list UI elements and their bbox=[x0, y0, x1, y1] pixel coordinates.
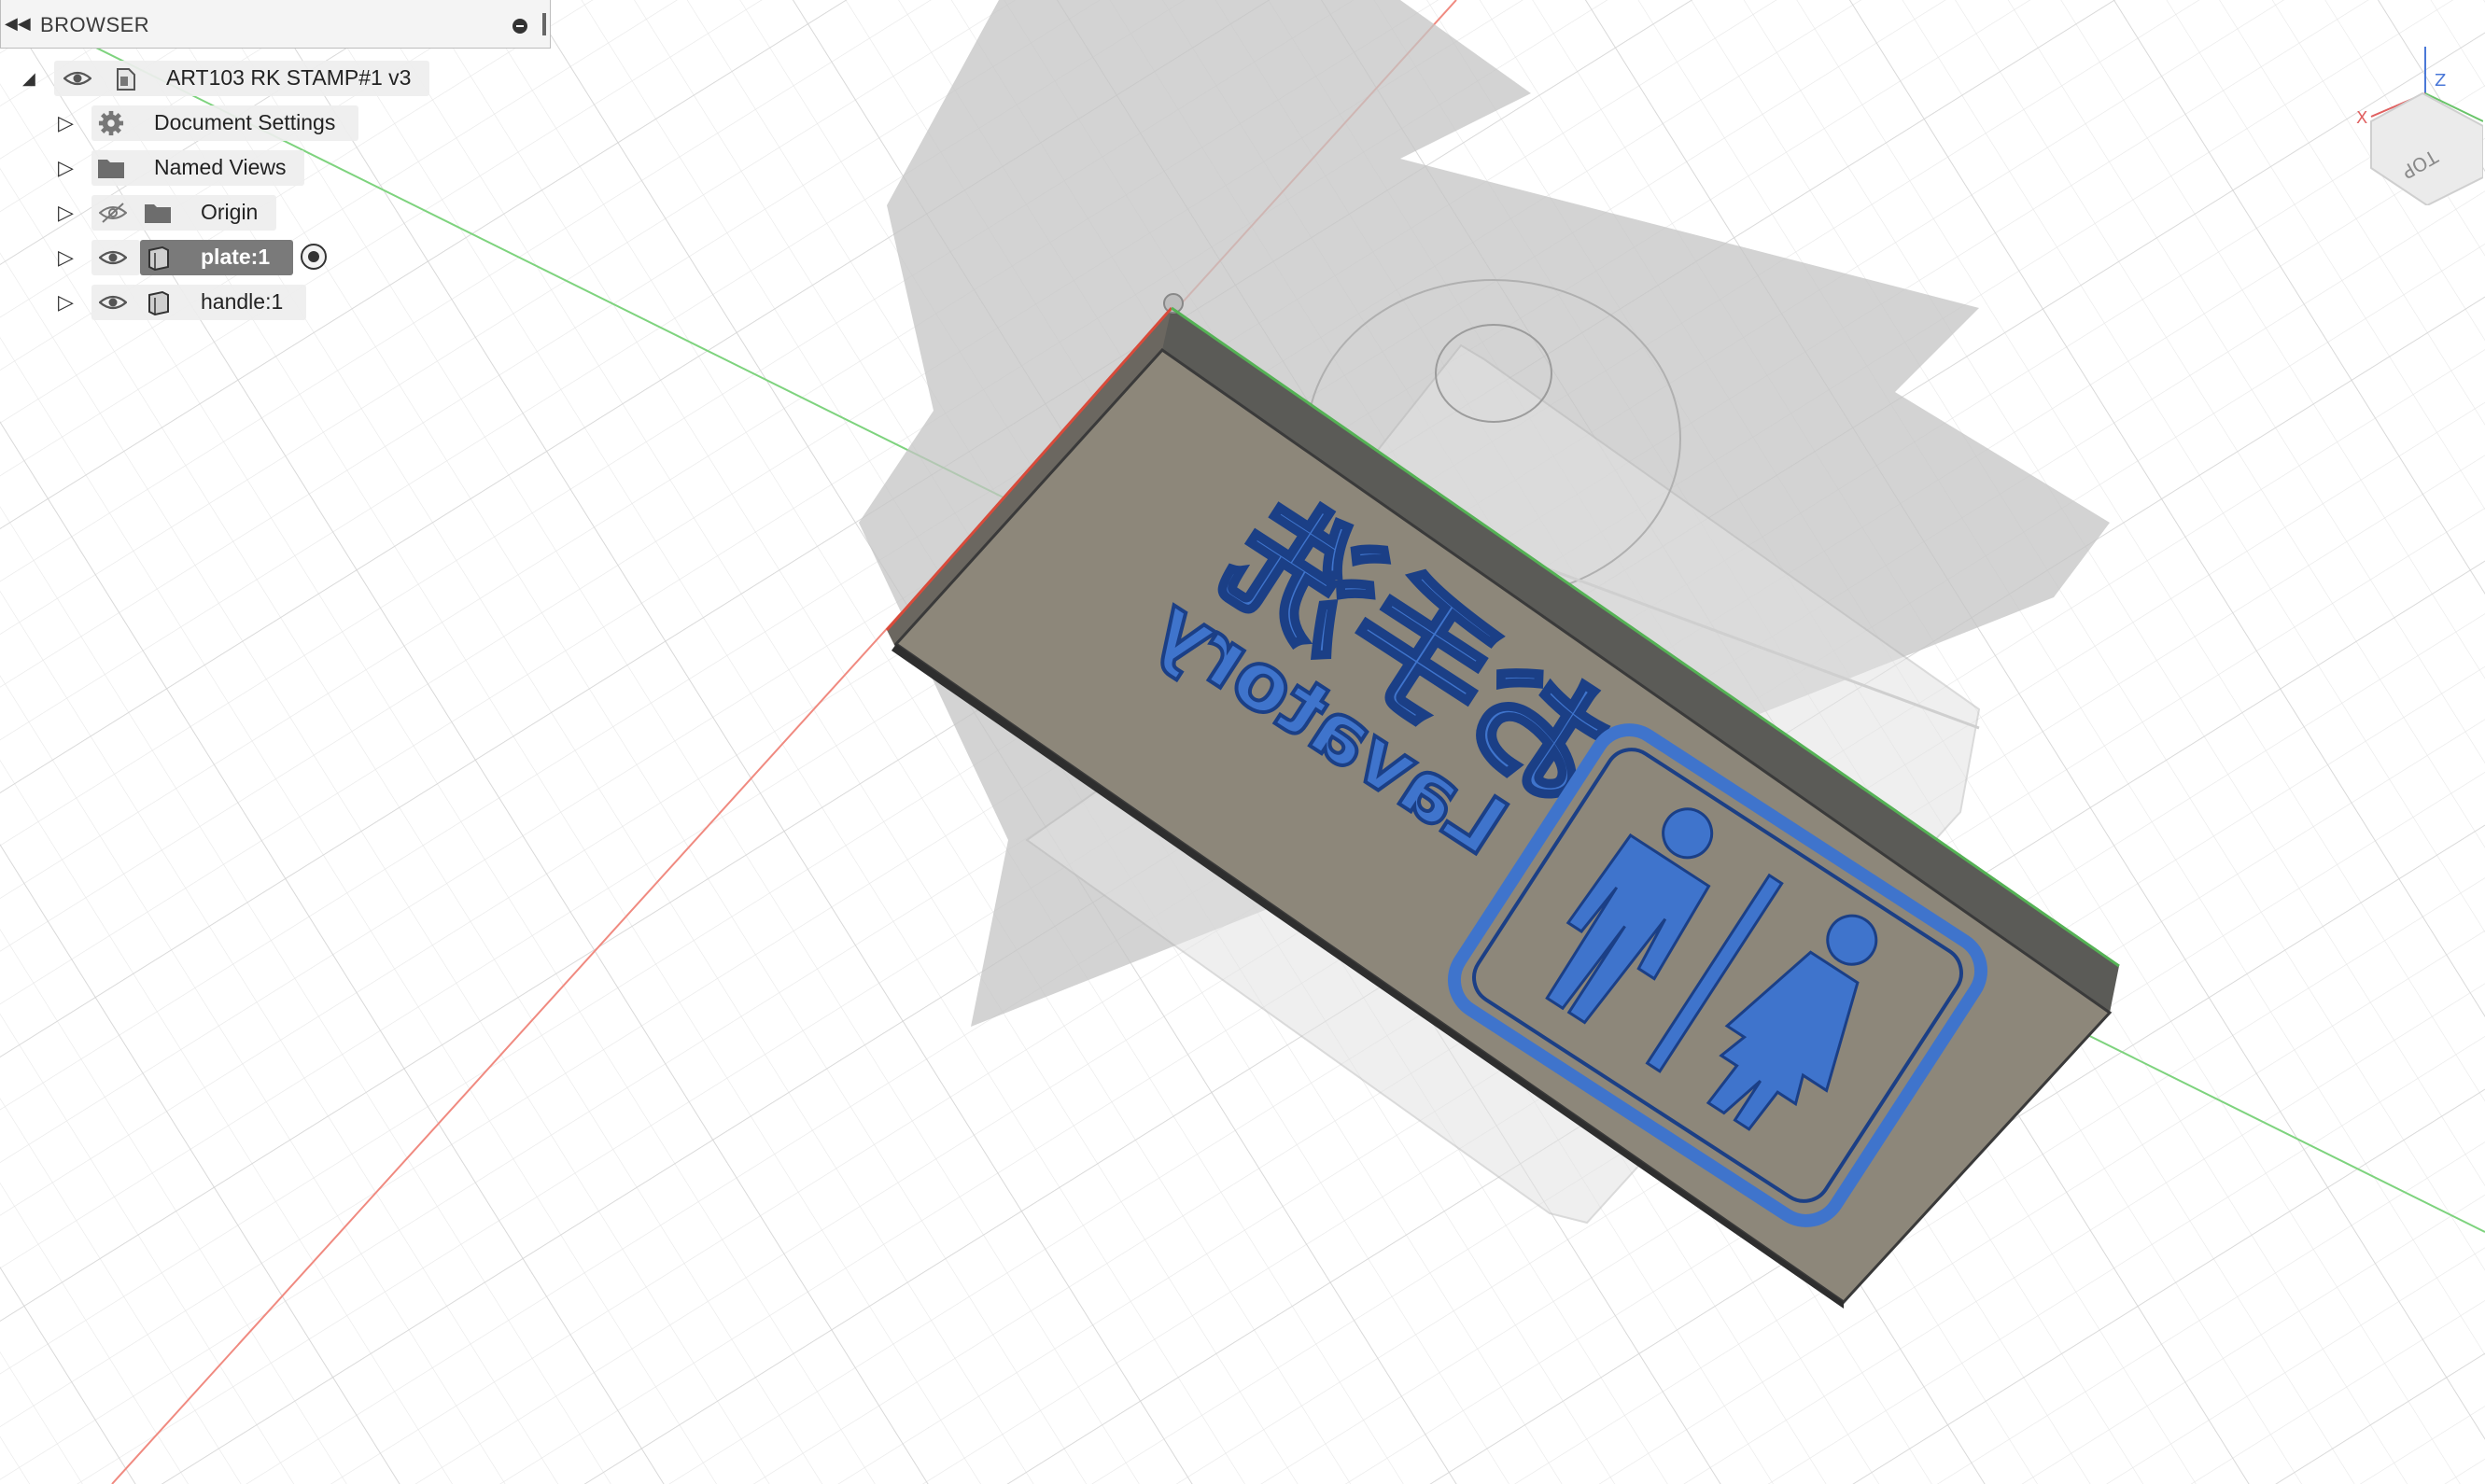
browser-panel: ◀◀ BROWSER bbox=[0, 0, 551, 49]
expand-triangle-icon[interactable]: ▷ bbox=[58, 284, 74, 321]
origin-label: Origin bbox=[201, 200, 259, 224]
tree-item-document-settings[interactable]: ▷ Document Settings bbox=[0, 105, 560, 142]
view-cube[interactable]: Z X TOP bbox=[2334, 19, 2484, 207]
expand-triangle-icon[interactable]: ▷ bbox=[58, 105, 74, 142]
body-icon bbox=[148, 245, 169, 271]
expand-triangle-icon[interactable]: ▷ bbox=[58, 194, 74, 231]
folder-icon bbox=[145, 204, 171, 223]
resize-grip-icon[interactable] bbox=[542, 13, 546, 35]
visibility-eye-icon[interactable] bbox=[99, 291, 127, 314]
browser-header: ◀◀ BROWSER bbox=[1, 0, 550, 49]
x-axis-label: X bbox=[2356, 108, 2367, 128]
expand-triangle-icon[interactable]: ▷ bbox=[58, 149, 74, 187]
named-views-label: Named Views bbox=[154, 155, 287, 179]
tree-item-origin[interactable]: ▷ Origin bbox=[0, 194, 560, 231]
z-axis-label: Z bbox=[2435, 71, 2446, 91]
collapse-panel-icon[interactable]: ◀◀ bbox=[5, 14, 31, 34]
component-icon bbox=[117, 68, 135, 91]
root-component-label: ART103 RK STAMP#1 v3 bbox=[166, 65, 412, 90]
browser-title: BROWSER bbox=[40, 13, 150, 36]
folder-icon bbox=[98, 160, 124, 178]
tree-item-plate[interactable]: ▷ plate:1 bbox=[0, 239, 560, 276]
plate-label: plate:1 bbox=[201, 245, 271, 269]
activate-component-radio[interactable] bbox=[301, 244, 327, 270]
minimize-browser-button[interactable] bbox=[512, 19, 527, 34]
tree-item-handle[interactable]: ▷ handle:1 bbox=[0, 284, 560, 321]
tree-item-named-views[interactable]: ▷ Named Views bbox=[0, 149, 560, 187]
body-icon bbox=[148, 290, 169, 315]
visibility-eye-icon[interactable] bbox=[99, 246, 127, 269]
gear-icon bbox=[98, 110, 124, 136]
tree-root-row[interactable]: ◢ ART103 RK STAMP#1 v3 bbox=[0, 60, 560, 97]
expand-root-icon[interactable]: ◢ bbox=[22, 60, 35, 97]
visibility-eye-icon[interactable] bbox=[63, 67, 91, 90]
expand-triangle-icon[interactable]: ▷ bbox=[58, 239, 74, 276]
document-settings-label: Document Settings bbox=[154, 110, 336, 134]
hidden-eye-icon[interactable] bbox=[99, 202, 127, 224]
handle-label: handle:1 bbox=[201, 289, 284, 314]
